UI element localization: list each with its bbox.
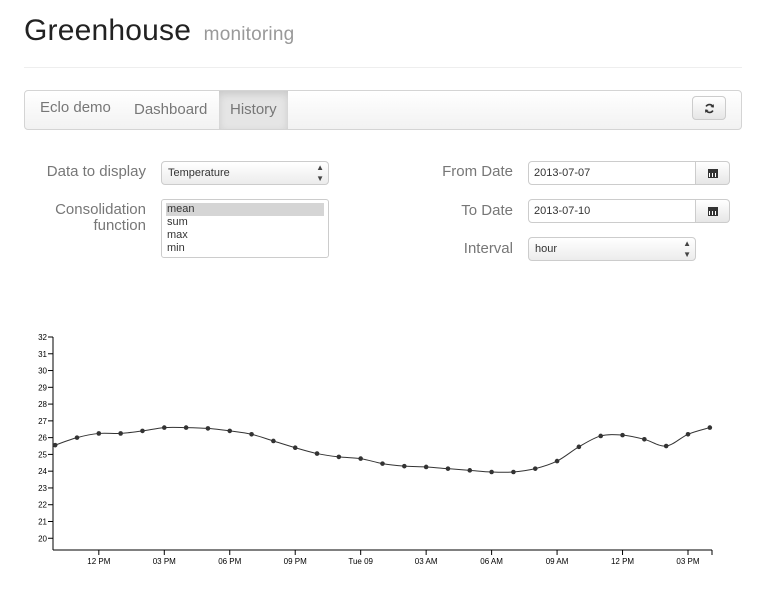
- y-tick-label: 21: [38, 517, 47, 526]
- data-to-display-value: Temperature: [168, 167, 230, 179]
- data-point: [663, 443, 669, 449]
- consolidation-option-min[interactable]: min: [162, 242, 328, 255]
- data-point: [358, 456, 363, 461]
- data-point: [118, 431, 123, 436]
- data-point: [402, 463, 407, 469]
- data-point: [511, 469, 516, 475]
- data-point: [445, 466, 451, 471]
- y-tick-label: 31: [38, 350, 47, 359]
- data-point: [292, 445, 298, 450]
- x-tick-label: 12 PM: [611, 557, 634, 566]
- x-tick-label: 09 AM: [546, 557, 569, 566]
- y-tick-label: 24: [38, 467, 47, 476]
- data-point: [380, 461, 385, 466]
- data-point: [140, 428, 145, 434]
- consolidation-listbox[interactable]: mean sum max min: [161, 199, 329, 258]
- y-tick-label: 29: [38, 383, 47, 392]
- data-point: [554, 458, 560, 464]
- y-tick-label: 25: [38, 450, 47, 459]
- from-date-input[interactable]: 2013-07-07: [528, 161, 696, 185]
- y-tick-label: 28: [38, 400, 47, 409]
- data-point: [532, 466, 538, 471]
- data-to-display-select[interactable]: Temperature ▲ ▼: [161, 161, 329, 185]
- y-tick-label: 27: [38, 417, 47, 426]
- y-tick-label: 30: [38, 367, 47, 376]
- calendar-icon: [707, 206, 718, 216]
- data-point: [314, 451, 320, 456]
- data-point: [598, 433, 604, 439]
- x-tick-label: 09 PM: [284, 557, 307, 566]
- select-arrows-icon: ▲ ▼: [316, 163, 324, 183]
- data-point: [489, 469, 494, 475]
- from-date-label: From Date: [442, 163, 513, 180]
- tab-dashboard[interactable]: Dashboard: [123, 91, 218, 129]
- consolidation-option-sum[interactable]: sum: [162, 216, 328, 229]
- data-point: [467, 468, 473, 473]
- consolidation-label: Consolidation function: [55, 202, 146, 234]
- x-tick-label: 03 PM: [676, 557, 699, 566]
- y-tick-label: 22: [38, 501, 47, 510]
- data-point: [707, 425, 713, 430]
- data-point: [249, 431, 254, 437]
- navbar-brand[interactable]: Eclo demo: [40, 99, 111, 116]
- from-date-calendar-button[interactable]: [696, 161, 730, 185]
- interval-value: hour: [535, 243, 558, 255]
- data-point: [642, 437, 647, 442]
- data-point: [620, 432, 625, 438]
- refresh-icon: [704, 103, 714, 113]
- y-tick-label: 32: [38, 333, 47, 342]
- data-point: [685, 431, 691, 437]
- x-tick-label: 06 PM: [218, 557, 241, 566]
- refresh-button[interactable]: [692, 96, 726, 120]
- page-title: Greenhouse: [24, 14, 192, 47]
- data-to-display-label: Data to display: [46, 163, 146, 180]
- calendar-icon: [707, 168, 718, 178]
- to-date-input[interactable]: 2013-07-10: [528, 199, 696, 223]
- data-point: [74, 435, 80, 440]
- consolidation-option-mean[interactable]: mean: [166, 203, 324, 216]
- data-point: [336, 454, 342, 460]
- y-tick-label: 26: [38, 434, 47, 443]
- y-tick-label: 20: [38, 534, 47, 543]
- page-header: Greenhouse monitoring: [24, 14, 294, 48]
- page-subtitle: monitoring: [203, 24, 295, 45]
- tab-history[interactable]: History: [219, 91, 288, 129]
- data-point: [227, 428, 233, 434]
- temperature-chart: 20 21 22 23 24 25 26 27 28 29 30 31 32 12 PM 03 PM 06 P…: [38, 333, 713, 566]
- x-tick-label: 03 AM: [415, 557, 438, 566]
- x-tick-label: 06 AM: [480, 557, 503, 566]
- header-divider: [24, 67, 742, 68]
- x-tick-label: 03 PM: [153, 557, 176, 566]
- consolidation-option-max[interactable]: max: [162, 229, 328, 242]
- data-point: [161, 425, 167, 430]
- data-point: [183, 425, 189, 430]
- to-date-calendar-button[interactable]: [696, 199, 730, 223]
- interval-select[interactable]: hour ▲ ▼: [528, 237, 696, 261]
- data-point: [271, 438, 276, 444]
- x-tick-label: Tue 09: [348, 557, 373, 566]
- data-point: [52, 442, 58, 448]
- data-point: [205, 426, 211, 431]
- data-point: [96, 431, 102, 436]
- data-point: [423, 464, 429, 470]
- data-point: [576, 444, 582, 450]
- navbar: Eclo demo Dashboard History: [24, 90, 742, 130]
- interval-label: Interval: [463, 240, 513, 257]
- consolidation-label-line2: function: [93, 217, 146, 234]
- select-arrows-icon: ▲ ▼: [683, 239, 691, 259]
- consolidation-label-line1: Consolidation: [55, 201, 146, 218]
- y-tick-label: 23: [38, 484, 47, 493]
- x-tick-label: 12 PM: [87, 557, 110, 566]
- to-date-label: To Date: [461, 202, 513, 219]
